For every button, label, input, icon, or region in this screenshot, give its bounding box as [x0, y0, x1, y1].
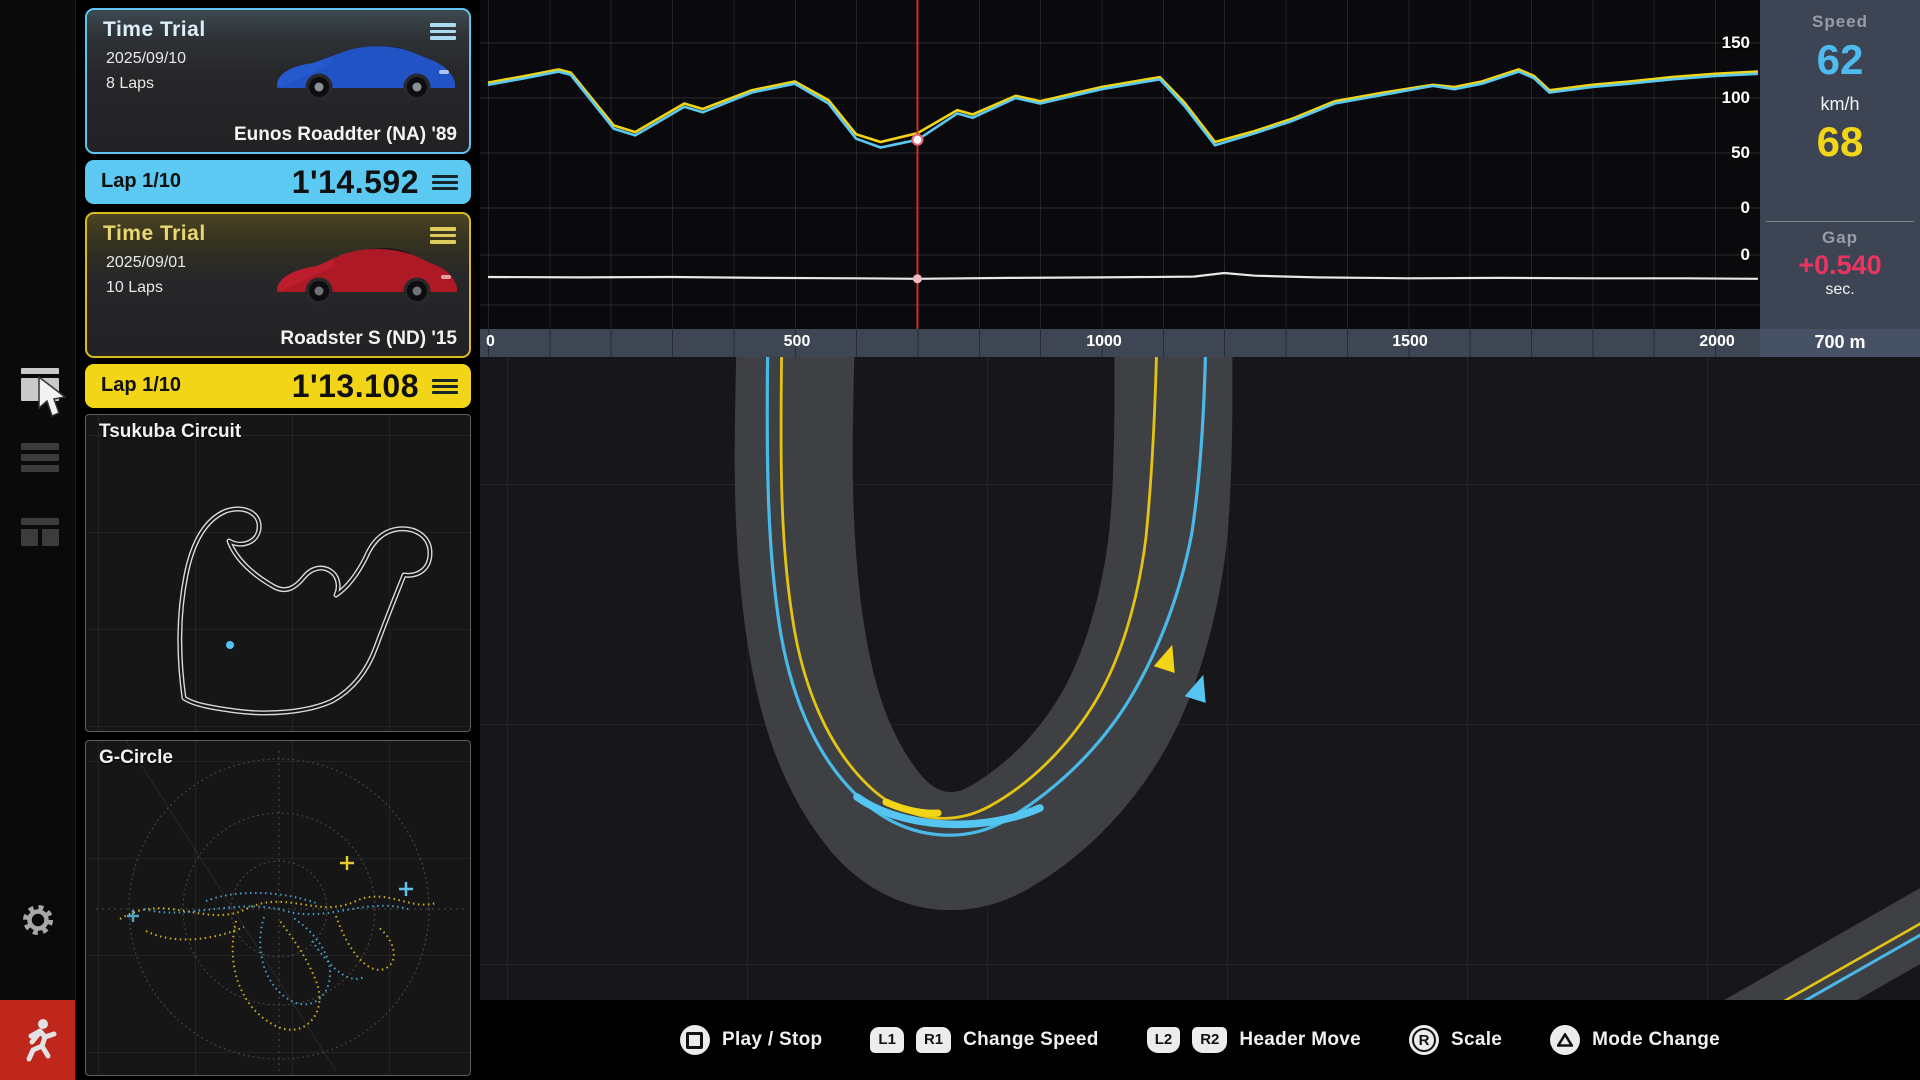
mouse-cursor-icon — [36, 376, 70, 420]
car-name: Roadster S (ND) '15 — [280, 328, 457, 350]
g-circle-panel: G-Circle — [85, 740, 471, 1076]
lap-time-bar-yellow[interactable]: Lap 1/10 1'13.108 — [85, 364, 471, 408]
x-tick: 0 — [486, 333, 495, 351]
car-image-red-roadster — [271, 242, 461, 308]
l1-button-icon: L1 — [870, 1027, 904, 1053]
l2-button-icon: L2 — [1147, 1027, 1181, 1053]
control-label: Play / Stop — [722, 1029, 822, 1051]
car-image-blue-roadster — [271, 38, 461, 104]
x-tick: 1500 — [1392, 333, 1428, 351]
chart-gridlines — [480, 43, 1760, 305]
sidebar — [0, 0, 76, 1080]
header-move-control[interactable]: L2 R2 Header Move — [1147, 1027, 1361, 1053]
speed-value-yellow: 68 — [1760, 118, 1920, 166]
g-marker-blue-2 — [127, 910, 139, 922]
session-card-blue[interactable]: Time Trial 2025/09/10 8 Laps Eunos Roadd… — [85, 8, 471, 154]
cursor-speed-dot — [912, 135, 922, 145]
lap-menu-icon[interactable] — [432, 379, 458, 397]
speed-line-yellow — [488, 69, 1758, 142]
telemetry-readout-panel: Speed 62 km/h 68 Gap +0.540 sec. 700 m — [1760, 0, 1920, 357]
gap-value: +0.540 — [1760, 250, 1920, 281]
speed-unit: km/h — [1760, 94, 1920, 115]
right-stick-icon: R — [1409, 1025, 1439, 1055]
gap-header: Gap — [1760, 228, 1920, 248]
g-circle-title: G-Circle — [99, 747, 173, 769]
lap-menu-icon[interactable] — [432, 175, 458, 193]
lap-time: 1'13.108 — [292, 368, 419, 405]
car-position-dot — [226, 641, 234, 649]
x-tick: 2000 — [1699, 333, 1735, 351]
g-trace-blue — [144, 893, 408, 1004]
session-type: Time Trial — [103, 222, 206, 246]
scale-control[interactable]: R Scale — [1409, 1025, 1502, 1055]
speed-tick: 50 — [1706, 143, 1750, 163]
session-date: 2025/09/01 — [106, 254, 186, 272]
divider — [1766, 221, 1914, 222]
lap-label: Lap 1/10 — [101, 374, 181, 397]
telemetry-chart[interactable]: 150 100 50 0 0 0 500 1000 1500 2000 — [480, 0, 1760, 357]
g-marker-blue — [399, 882, 413, 896]
g-circle-plot — [86, 741, 470, 1075]
control-label: Change Speed — [963, 1029, 1099, 1051]
speed-tick: 0 — [1706, 198, 1750, 218]
session-laps: 8 Laps — [106, 75, 154, 93]
speed-value-blue: 62 — [1760, 36, 1920, 84]
control-label: Header Move — [1239, 1029, 1361, 1051]
x-tick: 1000 — [1086, 333, 1122, 351]
session-card-yellow[interactable]: Time Trial 2025/09/01 10 Laps Roadster S… — [85, 212, 471, 358]
gap-line — [488, 273, 1758, 279]
mode-change-control[interactable]: Mode Change — [1550, 1025, 1720, 1055]
track-map-title: Tsukuba Circuit — [99, 421, 241, 443]
split-view-icon[interactable] — [21, 518, 59, 546]
distance-readout: 700 m — [1760, 329, 1920, 357]
list-view-icon[interactable] — [21, 443, 59, 472]
gap-tick: 0 — [1706, 245, 1750, 265]
control-label: Mode Change — [1592, 1029, 1720, 1051]
r1-button-icon: R1 — [916, 1027, 951, 1053]
running-person-icon — [19, 1017, 57, 1063]
cursor-gap-dot — [913, 274, 922, 283]
change-speed-control[interactable]: L1 R1 Change Speed — [870, 1027, 1098, 1053]
x-tick: 500 — [784, 333, 811, 351]
session-type: Time Trial — [103, 18, 206, 42]
settings-gear-icon[interactable] — [18, 900, 58, 940]
speed-header: Speed — [1760, 12, 1920, 32]
car-name: Eunos Roaddter (NA) '89 — [234, 124, 457, 146]
lap-time-bar-blue[interactable]: Lap 1/10 1'14.592 — [85, 160, 471, 204]
lap-label: Lap 1/10 — [101, 170, 181, 193]
replay-telemetry-screen: Time Trial 2025/09/10 8 Laps Eunos Roadd… — [0, 0, 1920, 1080]
triangle-button-icon — [1550, 1025, 1580, 1055]
gap-unit: sec. — [1760, 281, 1920, 299]
lap-time: 1'14.592 — [292, 164, 419, 201]
track-view[interactable] — [480, 357, 1920, 1080]
track-map-panel: Tsukuba Circuit — [85, 414, 471, 732]
session-date: 2025/09/10 — [106, 50, 186, 68]
session-laps: 10 Laps — [106, 279, 163, 297]
speed-tick: 150 — [1706, 33, 1750, 53]
play-stop-control[interactable]: Play / Stop — [680, 1025, 822, 1055]
r2-button-icon: R2 — [1192, 1027, 1227, 1053]
distance-axis: 0 500 1000 1500 2000 — [480, 329, 1760, 357]
track-surface — [794, 357, 1174, 851]
control-hints-bar: Play / Stop L1 R1 Change Speed L2 R2 Hea… — [480, 1000, 1920, 1080]
square-button-icon — [680, 1025, 710, 1055]
track-map — [86, 415, 470, 731]
speed-tick: 100 — [1706, 88, 1750, 108]
exit-button[interactable] — [0, 1000, 75, 1080]
g-marker-yellow — [340, 856, 354, 870]
control-label: Scale — [1451, 1029, 1502, 1051]
distance-value: 700 m — [1760, 332, 1920, 353]
